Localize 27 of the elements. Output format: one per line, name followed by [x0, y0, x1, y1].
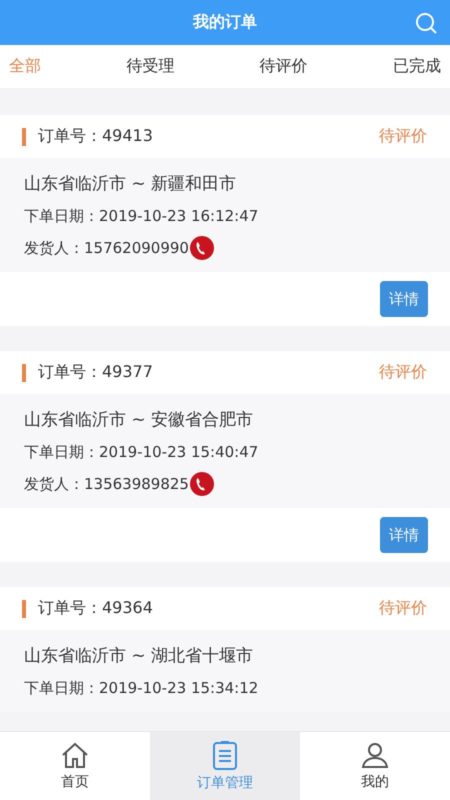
search-button[interactable] — [414, 11, 438, 35]
accent-bar — [22, 364, 26, 382]
order-number: 订单号：49377 — [38, 362, 154, 383]
order-shipper: 发货人：15762090990 — [24, 238, 189, 259]
order-status: 待评价 — [379, 126, 427, 147]
order-route: 山东省临沂市 ~ 安徽省合肥市 — [24, 409, 254, 432]
order-date: 下单日期：2019-10-23 16:12:47 — [24, 206, 260, 227]
order-status: 待评价 — [379, 598, 427, 619]
order-route: 山东省临沂市 ~ 湖北省十堰市 — [24, 645, 254, 668]
clipboard-icon — [212, 740, 238, 770]
order-date: 下单日期：2019-10-23 15:34:12 — [24, 678, 260, 699]
phone-icon[interactable] — [190, 236, 214, 260]
order-date: 下单日期：2019-10-23 15:40:47 — [24, 442, 260, 463]
accent-bar — [22, 600, 26, 618]
filter-tab[interactable]: 已完成 — [392, 56, 441, 77]
filter-tab[interactable]: 待受理 — [126, 56, 174, 77]
home-icon — [60, 741, 90, 769]
user-icon — [361, 741, 389, 769]
page-title: 我的订单 — [193, 12, 257, 33]
phone-icon[interactable] — [190, 472, 214, 496]
order-status: 待评价 — [379, 362, 427, 383]
filter-tab[interactable]: 待评价 — [260, 56, 308, 77]
order-route: 山东省临沂市 ~ 新疆和田市 — [24, 173, 238, 196]
order-number: 订单号：49413 — [38, 126, 154, 147]
order-number: 订单号：49364 — [38, 598, 154, 619]
accent-bar — [22, 128, 26, 146]
order-shipper: 发货人：13563989825 — [24, 474, 189, 495]
